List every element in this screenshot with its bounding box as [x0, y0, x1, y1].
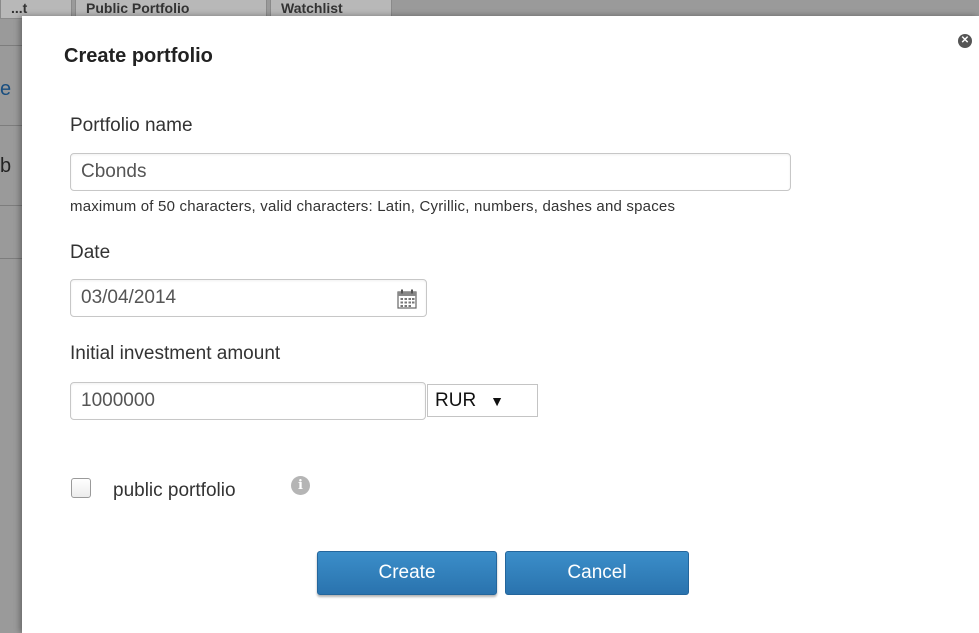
background-text: e: [0, 78, 12, 100]
background-divider: [0, 258, 22, 259]
background-divider: [0, 45, 22, 46]
amount-input[interactable]: 1000000: [70, 382, 426, 420]
dialog-title: Create portfolio: [64, 45, 213, 67]
portfolio-name-hint: maximum of 50 characters, valid characte…: [70, 198, 676, 215]
date-input[interactable]: 03/04/2014: [70, 279, 427, 317]
public-portfolio-label[interactable]: public portfolio: [113, 480, 236, 502]
currency-select[interactable]: RUR ▼: [427, 384, 538, 417]
close-icon[interactable]: ✕: [958, 34, 972, 48]
amount-value: 1000000: [81, 390, 155, 411]
background-divider: [0, 125, 22, 126]
amount-label: Initial investment amount: [70, 343, 281, 364]
create-button[interactable]: Create: [317, 551, 497, 595]
background-divider: [0, 205, 22, 206]
date-value: 03/04/2014: [81, 287, 177, 308]
portfolio-name-label: Portfolio name: [70, 115, 193, 136]
portfolio-name-input[interactable]: Cbonds: [70, 153, 791, 191]
public-portfolio-checkbox[interactable]: [71, 478, 91, 498]
calendar-icon[interactable]: [396, 288, 418, 310]
cancel-button[interactable]: Cancel: [505, 551, 689, 595]
portfolio-name-value: Cbonds: [81, 161, 147, 182]
background-text: b: [0, 155, 12, 177]
create-portfolio-dialog: [22, 16, 979, 633]
date-label: Date: [70, 242, 111, 263]
info-icon[interactable]: i: [291, 476, 310, 495]
currency-value: RUR: [435, 389, 477, 411]
chevron-down-icon: ▼: [490, 392, 505, 409]
